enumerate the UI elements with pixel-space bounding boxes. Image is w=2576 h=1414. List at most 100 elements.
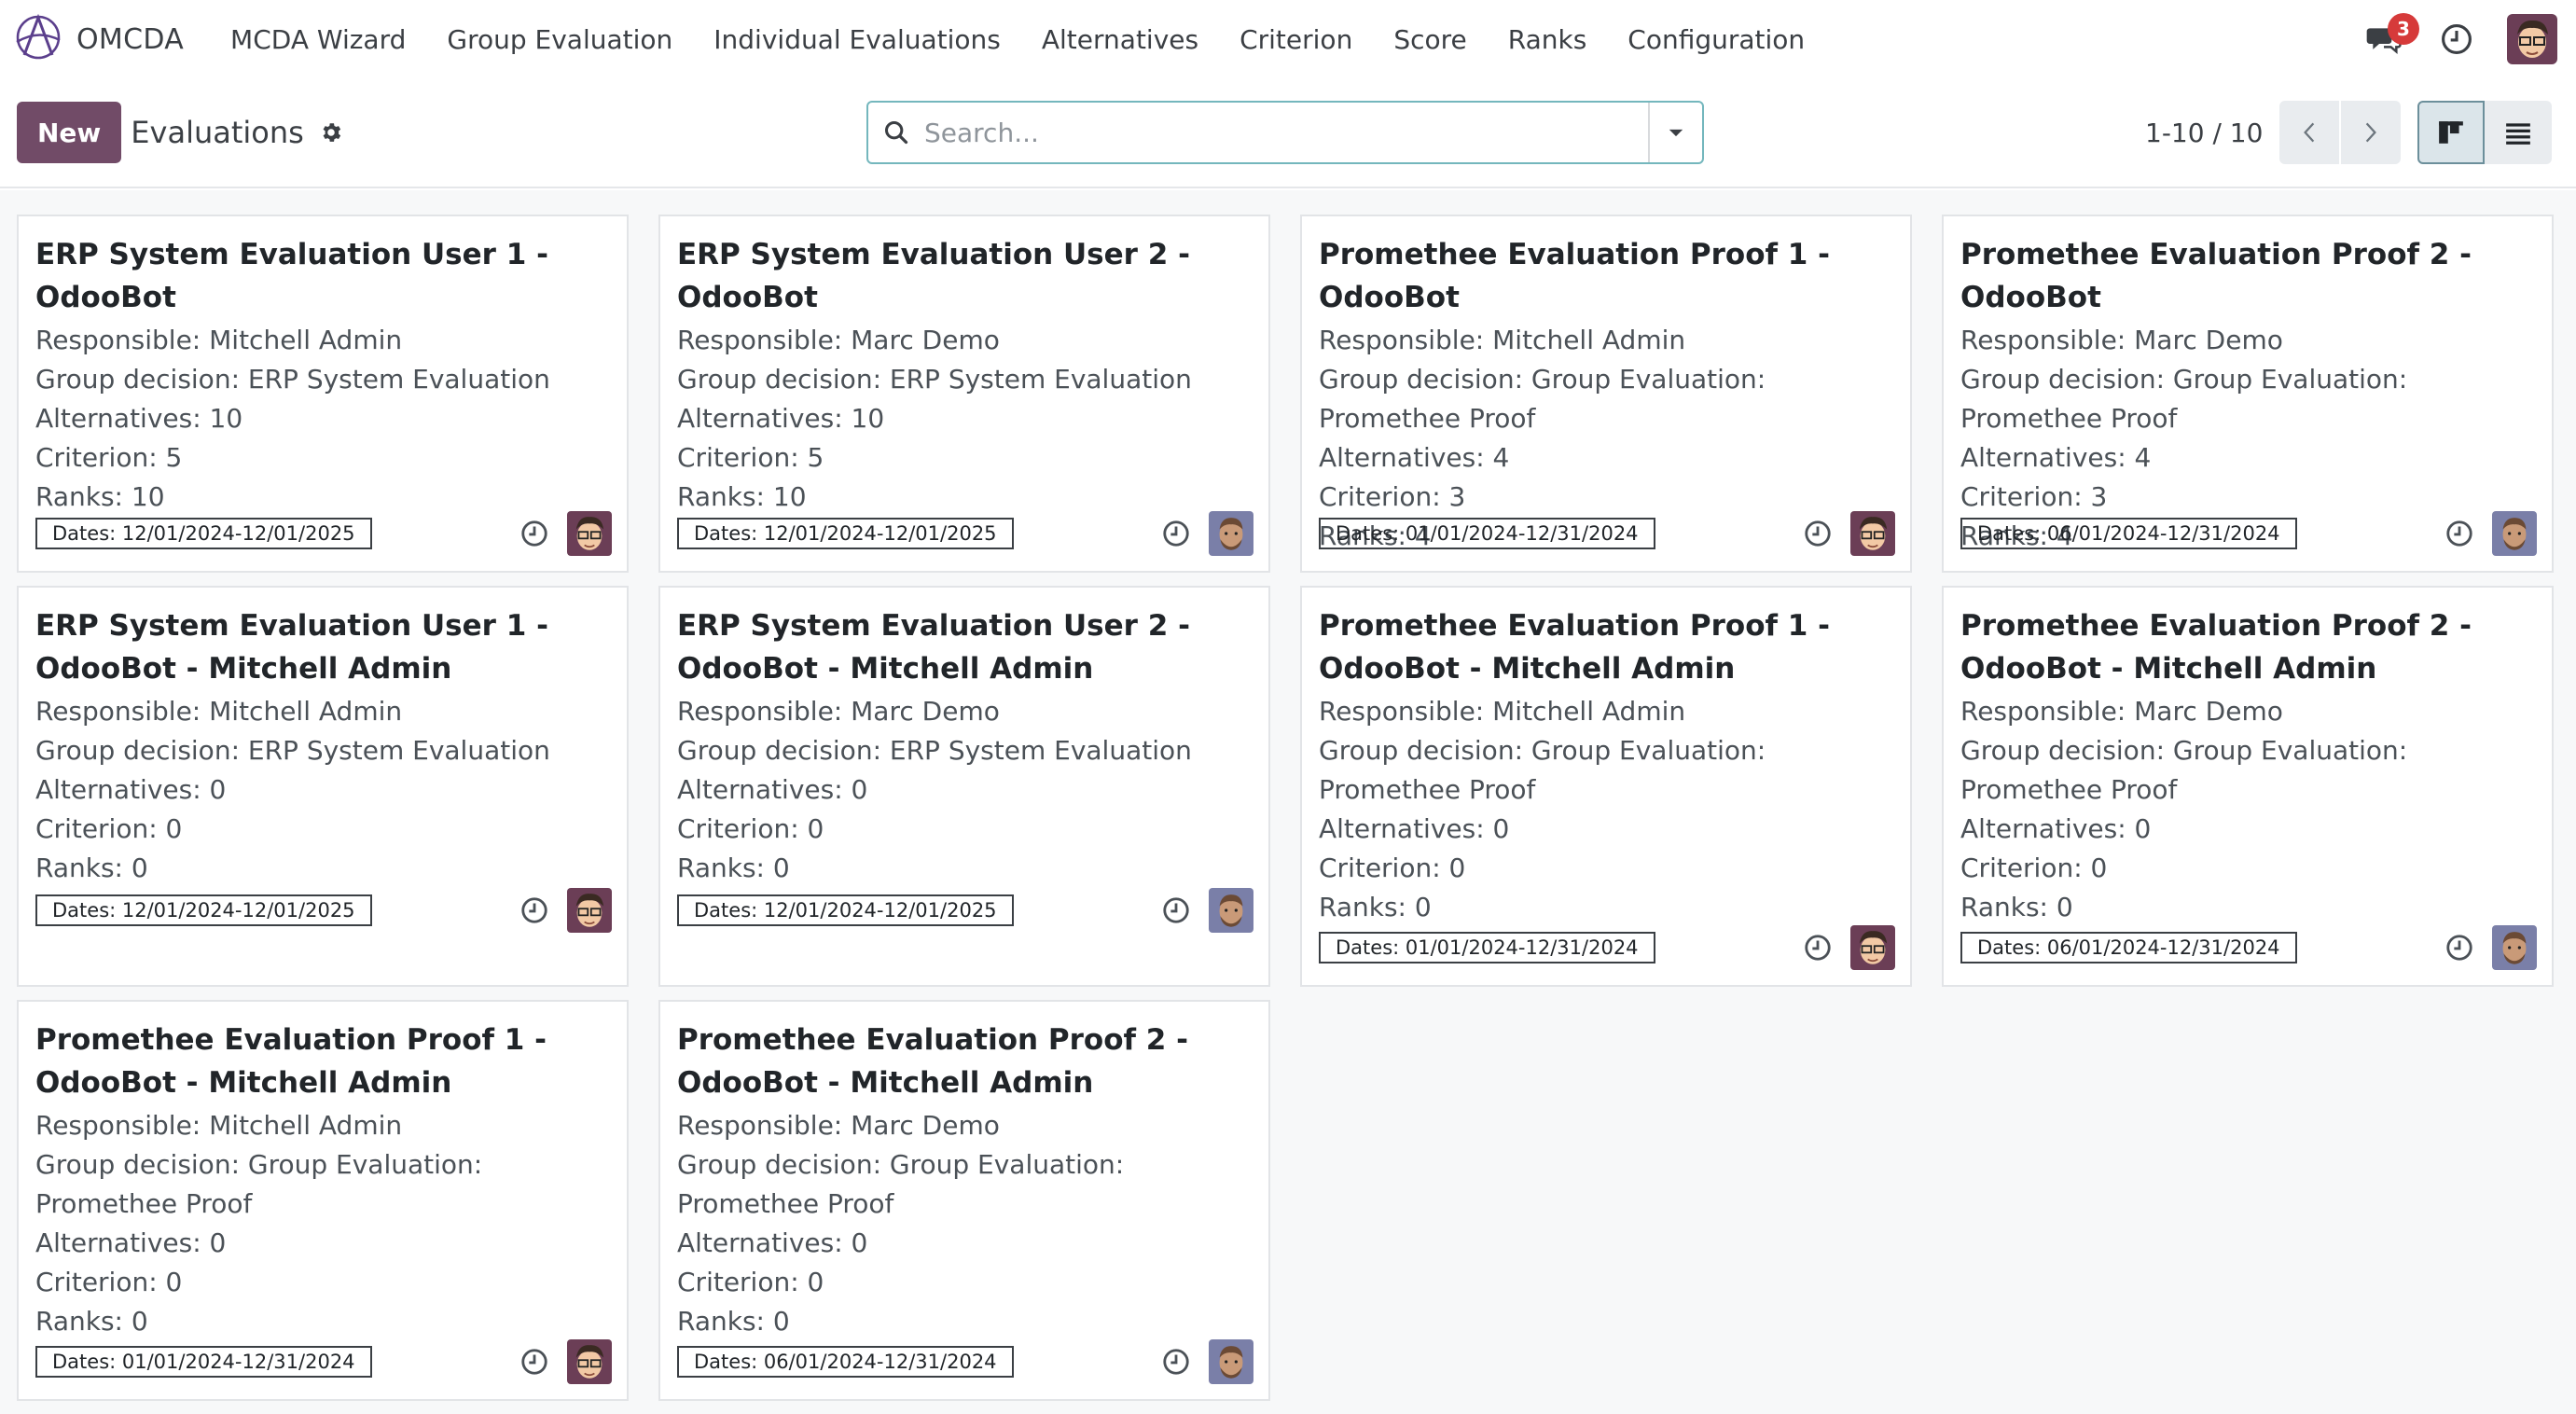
card-group-decision: Group decision: Group Evaluation: Promet… (1319, 364, 1766, 434)
card-footer: Dates: 12/01/2024-12/01/2025 (35, 511, 612, 556)
mitchell-avatar-icon[interactable] (1850, 511, 1895, 556)
activity-clock-icon[interactable] (519, 894, 550, 926)
dates-tag: Dates: 12/01/2024-12/01/2025 (677, 894, 1014, 926)
card-responsible: Responsible: Mitchell Admin (1319, 325, 1686, 355)
list-icon (2506, 123, 2530, 145)
kanban-view-button[interactable] (2417, 101, 2485, 164)
menu-alternatives[interactable]: Alternatives (1021, 24, 1219, 55)
pager-value[interactable]: 1-10 / 10 (2145, 118, 2263, 148)
card-title: Promethee Evaluation Proof 1 - OdooBot -… (1319, 609, 1830, 686)
marc-avatar-icon[interactable] (2492, 511, 2537, 556)
menu-configuration[interactable]: Configuration (1607, 24, 1825, 55)
list-view-button[interactable] (2485, 101, 2552, 164)
card-footer: Dates: 06/01/2024-12/31/2024 (677, 1339, 1253, 1384)
menu-individual-evaluations[interactable]: Individual Evaluations (693, 24, 1021, 55)
kanban-card[interactable]: ERP System Evaluation User 2 - OdooBot R… (658, 215, 1270, 573)
mitchell-avatar-icon[interactable] (1850, 925, 1895, 970)
dates-tag: Dates: 01/01/2024-12/31/2024 (1319, 518, 1655, 549)
card-alternatives: Alternatives: 0 (1960, 813, 2152, 844)
card-group-decision: Group decision: Group Evaluation: Promet… (677, 1149, 1125, 1219)
kanban-card[interactable]: Promethee Evaluation Proof 1 - OdooBot -… (17, 1000, 629, 1401)
card-criterion: Criterion: 0 (35, 1267, 183, 1297)
card-responsible: Responsible: Mitchell Admin (35, 1110, 403, 1141)
card-ranks: Ranks: 0 (1960, 892, 2073, 922)
card-alternatives: Alternatives: 0 (677, 1227, 868, 1258)
card-title: Promethee Evaluation Proof 2 - OdooBot -… (677, 1023, 1188, 1100)
card-group-decision: Group decision: Group Evaluation: Promet… (1319, 735, 1766, 805)
kanban-card[interactable]: Promethee Evaluation Proof 2 - OdooBot R… (1942, 215, 2554, 573)
brand[interactable]: OMCDA (13, 12, 184, 66)
kanban-card[interactable]: Promethee Evaluation Proof 1 - OdooBot R… (1300, 215, 1912, 573)
activity-clock-icon[interactable] (519, 1346, 550, 1378)
menu-group-evaluation[interactable]: Group Evaluation (426, 24, 693, 55)
card-responsible: Responsible: Mitchell Admin (35, 325, 403, 355)
menu-mcda-wizard[interactable]: MCDA Wizard (210, 24, 426, 55)
kanban-board: ERP System Evaluation User 1 - OdooBot R… (0, 190, 2576, 1414)
omcda-logo-icon (13, 12, 63, 66)
activity-clock-icon[interactable] (519, 518, 550, 549)
kanban-card[interactable]: ERP System Evaluation User 1 - OdooBot -… (17, 586, 629, 987)
activity-clock-icon[interactable] (1160, 518, 1192, 549)
kanban-card[interactable]: ERP System Evaluation User 2 - OdooBot -… (658, 586, 1270, 987)
card-responsible: Responsible: Marc Demo (677, 325, 1000, 355)
pager-previous-button[interactable] (2279, 101, 2340, 164)
marc-avatar-icon[interactable] (1209, 888, 1253, 933)
activity-clock-icon[interactable] (1802, 932, 1834, 963)
card-title: Promethee Evaluation Proof 2 - OdooBot (1960, 238, 2472, 314)
activity-clock-icon[interactable] (1802, 518, 1834, 549)
mitchell-avatar-icon[interactable] (567, 1339, 612, 1384)
activity-clock-icon[interactable] (1160, 1346, 1192, 1378)
card-criterion: Criterion: 0 (677, 1267, 824, 1297)
card-title: ERP System Evaluation User 1 - OdooBot (35, 238, 548, 314)
pager-next-button[interactable] (2341, 101, 2402, 164)
kanban-card[interactable]: Promethee Evaluation Proof 1 - OdooBot -… (1300, 586, 1912, 987)
new-button[interactable]: New (17, 102, 122, 163)
mitchell-avatar-icon[interactable] (567, 511, 612, 556)
activity-clock-icon[interactable] (2444, 518, 2475, 549)
card-ranks: Ranks: 0 (35, 1306, 148, 1337)
dates-tag: Dates: 12/01/2024-12/01/2025 (35, 894, 372, 926)
marc-avatar-icon[interactable] (2492, 925, 2537, 970)
mitchell-avatar-icon[interactable] (567, 888, 612, 933)
main-navbar: OMCDA MCDA Wizard Group Evaluation Indiv… (0, 0, 2576, 78)
kanban-icon (2439, 121, 2463, 144)
dates-tag: Dates: 12/01/2024-12/01/2025 (35, 518, 372, 549)
card-criterion: Criterion: 5 (677, 442, 824, 473)
user-avatar[interactable] (2507, 14, 2557, 64)
activities-button[interactable] (2434, 17, 2479, 62)
card-criterion: Criterion: 0 (1960, 853, 2108, 883)
brand-name: OMCDA (76, 22, 185, 56)
search-input[interactable] (924, 103, 1648, 162)
card-footer: Dates: 12/01/2024-12/01/2025 (677, 511, 1253, 556)
menu-ranks[interactable]: Ranks (1488, 24, 1608, 55)
marc-avatar-icon[interactable] (1209, 1339, 1253, 1384)
kanban-card[interactable]: Promethee Evaluation Proof 2 - OdooBot -… (1942, 586, 2554, 987)
page-title: Evaluations (131, 115, 304, 150)
card-footer: Dates: 01/01/2024-12/31/2024 (1319, 511, 1895, 556)
marc-avatar-icon[interactable] (1209, 511, 1253, 556)
card-alternatives: Alternatives: 0 (1319, 813, 1510, 844)
kanban-card[interactable]: ERP System Evaluation User 1 - OdooBot R… (17, 215, 629, 573)
dates-tag: Dates: 01/01/2024-12/31/2024 (1319, 932, 1655, 963)
messages-button[interactable]: 3 (2361, 13, 2419, 62)
menu-score[interactable]: Score (1373, 24, 1487, 55)
card-title: ERP System Evaluation User 1 - OdooBot -… (35, 609, 548, 686)
clock-icon (2442, 24, 2472, 54)
activity-clock-icon[interactable] (2444, 932, 2475, 963)
card-alternatives: Alternatives: 4 (1960, 442, 2152, 473)
message-count-badge: 3 (2388, 13, 2419, 45)
kanban-card[interactable]: Promethee Evaluation Proof 2 - OdooBot -… (658, 1000, 1270, 1401)
dates-tag: Dates: 01/01/2024-12/31/2024 (35, 1346, 372, 1378)
gear-icon[interactable] (319, 120, 343, 145)
menu-criterion[interactable]: Criterion (1219, 24, 1373, 55)
card-footer: Dates: 12/01/2024-12/01/2025 (35, 888, 612, 933)
card-responsible: Responsible: Mitchell Admin (35, 696, 403, 727)
card-alternatives: Alternatives: 10 (677, 403, 885, 434)
card-responsible: Responsible: Marc Demo (677, 696, 1000, 727)
activity-clock-icon[interactable] (1160, 894, 1192, 926)
card-responsible: Responsible: Marc Demo (677, 1110, 1000, 1141)
card-alternatives: Alternatives: 4 (1319, 442, 1510, 473)
control-panel: New Evaluations 1-10 / 10 (0, 78, 2576, 188)
search-icon (868, 119, 924, 146)
search-options-toggle[interactable] (1648, 103, 1702, 162)
